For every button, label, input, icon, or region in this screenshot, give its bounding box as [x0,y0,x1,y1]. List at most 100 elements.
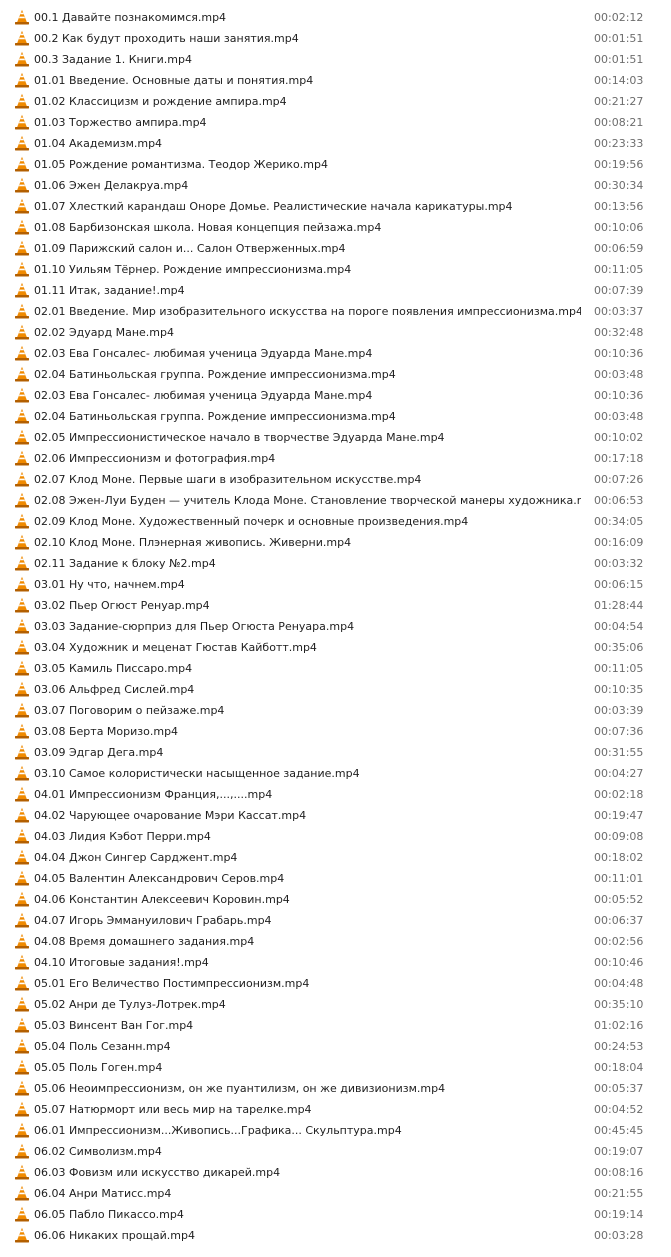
file-name: 02.09 Клод Моне. Художественный почерк и… [34,515,469,528]
file-row[interactable]: 01.07 Хлесткий карандаш Оноре Домье. Реа… [0,196,671,217]
file-name: 03.01 Ну что, начнем.mp4 [34,578,185,591]
file-row[interactable]: 05.02 Анри де Тулуз-Лотрек.mp4 00:35:10 [0,994,671,1015]
file-row[interactable]: 03.01 Ну что, начнем.mp4 00:06:15 [0,574,671,595]
file-row[interactable]: 04.05 Валентин Александрович Серов.mp4 00… [0,868,671,889]
file-row[interactable]: 03.02 Пьер Огюст Ренуар.mp4 01:28:44 [0,595,671,616]
file-row[interactable]: 05.06 Неоимпрессионизм, он же пуантилизм… [0,1078,671,1099]
file-row[interactable]: 06.03 Фовизм или искусство дикарей.mp4 00… [0,1162,671,1183]
file-duration: 00:16:09 [594,536,644,549]
file-name: 05.03 Винсент Ван Гог.mp4 [34,1019,194,1032]
file-row[interactable]: 01.05 Рождение романтизма. Теодор Жерико… [0,154,671,175]
file-row[interactable]: 01.10 Уильям Тёрнер. Рождение импрессион… [0,259,671,280]
file-row[interactable]: 02.03 Ева Гонсалес- любимая ученица Эдуа… [0,385,671,406]
file-row[interactable]: 01.06 Эжен Делакруа.mp4 00:30:34 [0,175,671,196]
file-row[interactable]: 01.09 Парижский салон и... Салон Отверже… [0,238,671,259]
file-name: 05.01 Его Величество Постимпрессионизм.m… [34,977,310,990]
file-row[interactable]: 02.07 Клод Моне. Первые шаги в изобразит… [0,469,671,490]
file-row[interactable]: 05.07 Натюрморт или весь мир на тарелке.… [0,1099,671,1120]
file-name: 02.07 Клод Моне. Первые шаги в изобразит… [34,473,422,486]
file-duration: 00:19:14 [594,1208,644,1221]
file-row[interactable]: 03.06 Альфред Сислей.mp4 00:10:35 [0,679,671,700]
file-row[interactable]: 04.01 Импрессионизм Франция,...,....mp4 0… [0,784,671,805]
vlc-cone-icon [14,912,30,928]
vlc-cone-icon [14,240,30,256]
file-row[interactable]: 04.06 Константин Алексеевич Коровин.mp4 0… [0,889,671,910]
vlc-cone-icon [14,1122,30,1138]
file-row[interactable]: 05.01 Его Величество Постимпрессионизм.m… [0,973,671,994]
file-row[interactable]: 03.04 Художник и меценат Гюстав Кайботт.… [0,637,671,658]
file-row[interactable]: 03.09 Эдгар Дега.mp4 00:31:55 [0,742,671,763]
file-row[interactable]: 03.03 Задание-сюрприз для Пьер Огюста Ре… [0,616,671,637]
file-row[interactable]: 02.09 Клод Моне. Художественный почерк и… [0,511,671,532]
file-name: 01.02 Классицизм и рождение ампира.mp4 [34,95,287,108]
file-row[interactable]: 01.08 Барбизонская школа. Новая концепци… [0,217,671,238]
vlc-cone-icon [14,177,30,193]
file-row[interactable]: 04.08 Время домашнего задания.mp4 00:02:5… [0,931,671,952]
file-row[interactable]: 04.02 Чарующее очарование Мэри Кассат.mp… [0,805,671,826]
file-name: 02.08 Эжен-Луи Буден — учитель Клода Мон… [34,494,581,507]
vlc-cone-icon [14,303,30,319]
file-row[interactable]: 01.03 Торжество ампира.mp4 00:08:21 [0,112,671,133]
file-row[interactable]: 02.05 Импрессионистическое начало в твор… [0,427,671,448]
file-row[interactable]: 01.01 Введение. Основные даты и понятия.… [0,70,671,91]
file-row[interactable]: 06.04 Анри Матисс.mp4 00:21:55 [0,1183,671,1204]
file-row[interactable]: 00.3 Задание 1. Книги.mp4 00:01:51 [0,49,671,70]
vlc-cone-icon [14,639,30,655]
vlc-cone-icon [14,618,30,634]
file-name: 03.09 Эдгар Дега.mp4 [34,746,164,759]
file-duration: 00:06:15 [594,578,644,591]
file-row[interactable]: 02.04 Батиньольская группа. Рождение имп… [0,364,671,385]
file-row[interactable]: 04.04 Джон Сингер Сарджент.mp4 00:18:02 [0,847,671,868]
file-row[interactable]: 05.04 Поль Сезанн.mp4 00:24:53 [0,1036,671,1057]
file-row[interactable]: 02.03 Ева Гонсалес- любимая ученица Эдуа… [0,343,671,364]
file-row[interactable]: 01.04 Академизм.mp4 00:23:33 [0,133,671,154]
file-row[interactable]: 06.02 Символизм.mp4 00:19:07 [0,1141,671,1162]
file-duration: 00:35:06 [594,641,644,654]
file-name: 00.2 Как будут проходить наши занятия.mp… [34,32,299,45]
file-duration: 00:11:05 [594,263,644,276]
file-name: 03.10 Самое колористически насыщенное за… [34,767,360,780]
file-row[interactable]: 00.2 Как будут проходить наши занятия.mp… [0,28,671,49]
file-name: 04.04 Джон Сингер Сарджент.mp4 [34,851,238,864]
file-row[interactable]: 02.11 Задание к блоку №2.mp4 00:03:32 [0,553,671,574]
file-name: 01.06 Эжен Делакруа.mp4 [34,179,189,192]
file-duration: 00:10:35 [594,683,644,696]
vlc-cone-icon [14,681,30,697]
file-row[interactable]: 05.03 Винсент Ван Гог.mp4 01:02:16 [0,1015,671,1036]
vlc-cone-icon [14,30,30,46]
vlc-cone-icon [14,954,30,970]
vlc-cone-icon [14,51,30,67]
file-row[interactable]: 04.03 Лидия Кэбот Перри.mp4 00:09:08 [0,826,671,847]
file-row[interactable]: 03.08 Берта Моризо.mp4 00:07:36 [0,721,671,742]
file-name: 02.04 Батиньольская группа. Рождение имп… [34,368,396,381]
file-row[interactable]: 02.10 Клод Моне. Плэнерная живопись. Жив… [0,532,671,553]
file-row[interactable]: 06.05 Пабло Пикассо.mp4 00:19:14 [0,1204,671,1225]
file-duration: 00:35:10 [594,998,644,1011]
file-row[interactable]: 04.10 Итоговые задания!.mp4 00:10:46 [0,952,671,973]
file-row[interactable]: 00.1 Давайте познакомимся.mp4 00:02:12 [0,7,671,28]
vlc-cone-icon [14,1185,30,1201]
file-row[interactable]: 06.06 Никаких прощай.mp4 00:03:28 [0,1225,671,1246]
file-row[interactable]: 02.08 Эжен-Луи Буден — учитель Клода Мон… [0,490,671,511]
file-name: 02.10 Клод Моне. Плэнерная живопись. Жив… [34,536,352,549]
file-name: 04.01 Импрессионизм Франция,...,....mp4 [34,788,273,801]
file-name: 03.06 Альфред Сислей.mp4 [34,683,195,696]
file-row[interactable]: 04.07 Игорь Эммануилович Грабарь.mp4 00:0… [0,910,671,931]
file-duration: 00:05:52 [594,893,644,906]
vlc-cone-icon [14,702,30,718]
file-row[interactable]: 01.11 Итак, задание!.mp4 00:07:39 [0,280,671,301]
file-row[interactable]: 02.02 Эдуард Мане.mp4 00:32:48 [0,322,671,343]
file-row[interactable]: 02.06 Импрессионизм и фотография.mp4 00:1… [0,448,671,469]
vlc-cone-icon [14,744,30,760]
file-row[interactable]: 02.01 Введение. Мир изобразительного иск… [0,301,671,322]
file-row[interactable]: 06.01 Импрессионизм...Живопись...Графика… [0,1120,671,1141]
file-row[interactable]: 03.05 Камиль Писсаро.mp4 00:11:05 [0,658,671,679]
file-name: 03.04 Художник и меценат Гюстав Кайботт.… [34,641,317,654]
file-row[interactable]: 03.10 Самое колористически насыщенное за… [0,763,671,784]
file-row[interactable]: 05.05 Поль Гоген.mp4 00:18:04 [0,1057,671,1078]
file-row[interactable]: 03.07 Поговорим о пейзаже.mp4 00:03:39 [0,700,671,721]
vlc-cone-icon [14,933,30,949]
file-duration: 00:11:01 [594,872,644,885]
file-row[interactable]: 01.02 Классицизм и рождение ампира.mp4 00… [0,91,671,112]
file-row[interactable]: 02.04 Батиньольская группа. Рождение имп… [0,406,671,427]
